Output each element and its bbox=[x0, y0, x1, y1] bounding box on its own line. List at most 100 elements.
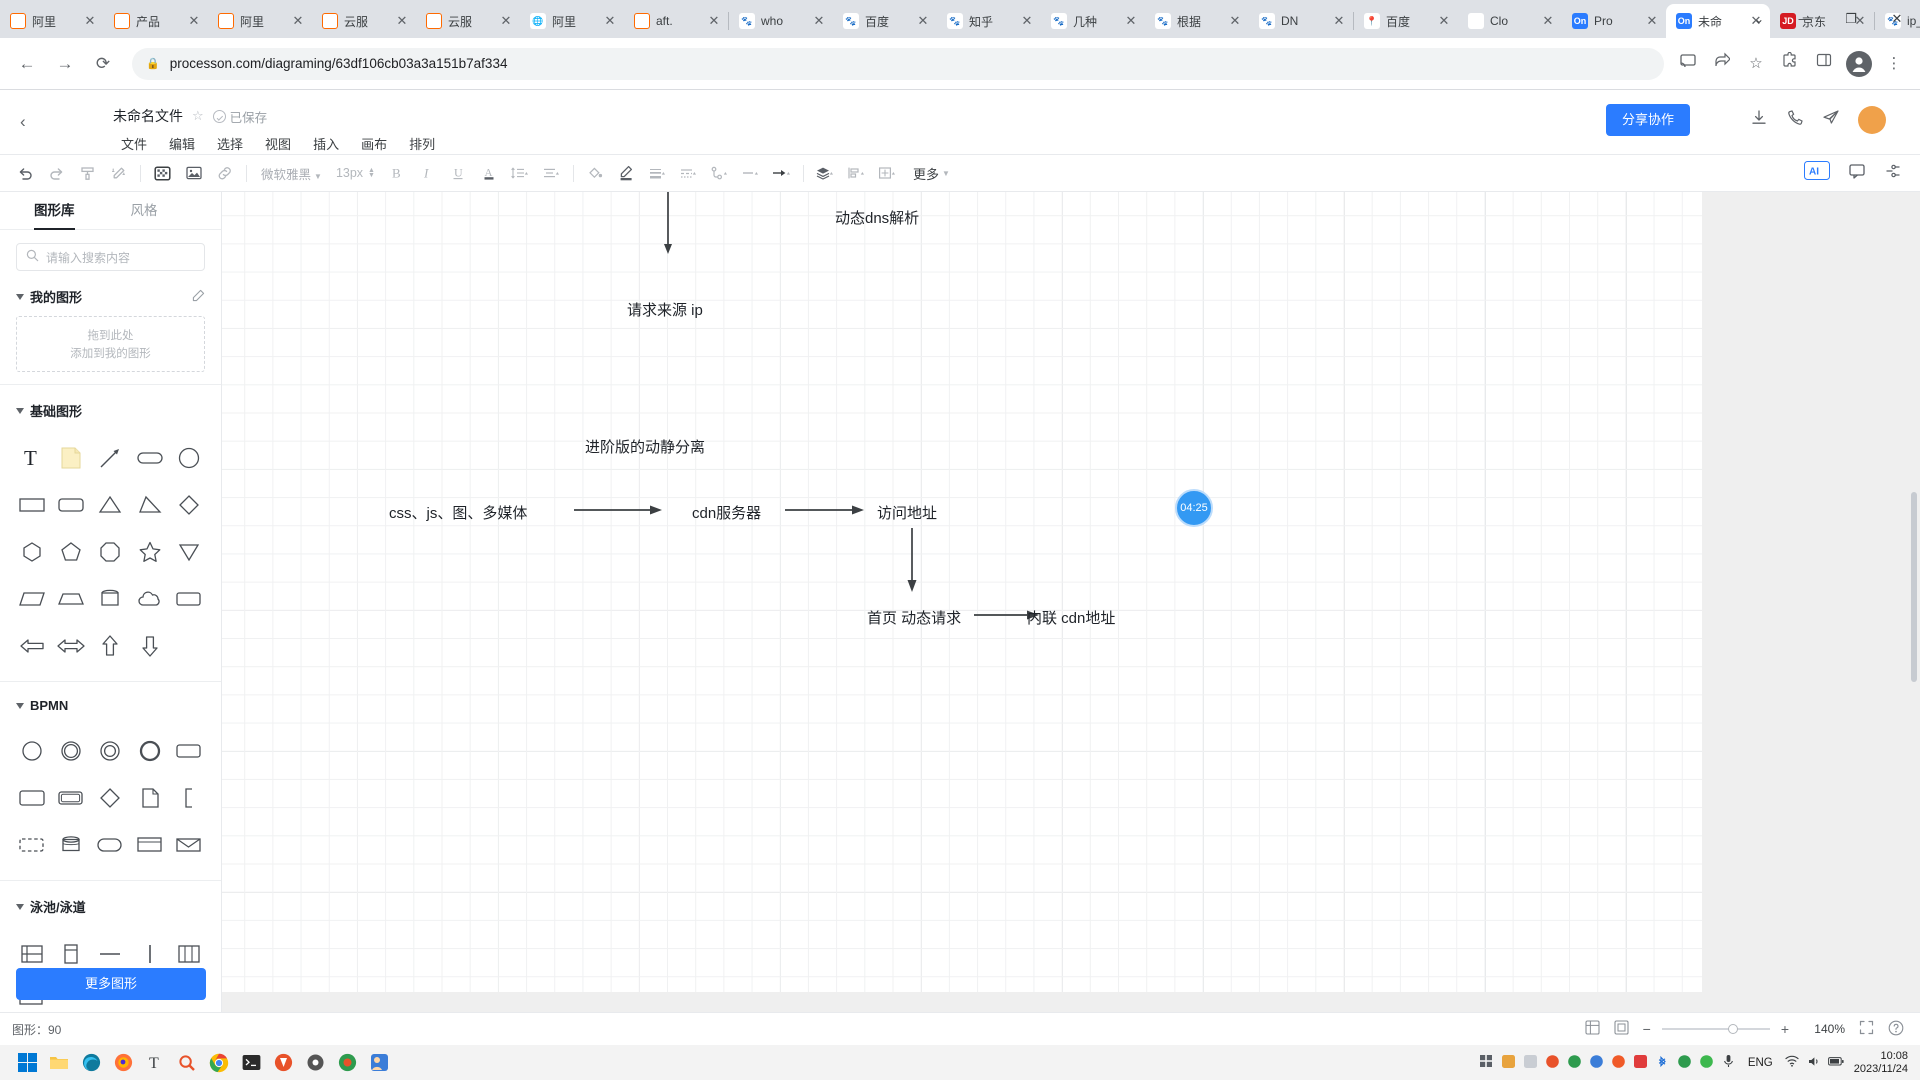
language-indicator[interactable]: ENG bbox=[1742, 1057, 1779, 1069]
close-icon[interactable]: ✕ bbox=[915, 13, 931, 29]
fill-color-icon[interactable] bbox=[580, 160, 611, 186]
shape-line-arrow[interactable] bbox=[91, 434, 130, 481]
diagram-node-label[interactable]: cdn服务器 bbox=[692, 502, 761, 523]
bpmn-task[interactable] bbox=[170, 727, 209, 774]
show-hidden-icon[interactable] bbox=[1478, 1054, 1495, 1071]
browser-tab[interactable]: 🐾 百度 ✕ bbox=[833, 4, 937, 38]
window-minimize-button[interactable]: — bbox=[1782, 0, 1828, 38]
shape-ellipse[interactable] bbox=[170, 434, 209, 481]
file-explorer-icon[interactable] bbox=[44, 1049, 74, 1077]
settings-icon[interactable] bbox=[300, 1049, 330, 1077]
menu-item-6[interactable]: 排列 bbox=[398, 131, 446, 156]
sidepanel-icon[interactable] bbox=[1808, 48, 1840, 80]
browser-tab[interactable]: 🐾 几种 ✕ bbox=[1041, 4, 1145, 38]
windows-start-icon[interactable] bbox=[12, 1049, 42, 1077]
browser-tab[interactable]: [·] 产品 ✕ bbox=[104, 4, 208, 38]
fullscreen-icon[interactable] bbox=[1859, 1020, 1874, 1038]
font-family-select[interactable]: 微软雅黑 ▼ bbox=[253, 164, 326, 183]
forward-icon[interactable]: → bbox=[48, 47, 82, 81]
zoom-in-button[interactable]: + bbox=[1781, 1021, 1789, 1037]
chrome-icon[interactable] bbox=[204, 1049, 234, 1077]
shape-rounded-rect[interactable] bbox=[130, 434, 169, 481]
zoom-percent-label[interactable]: 140% bbox=[1803, 1022, 1845, 1036]
shape-trapezoid[interactable] bbox=[51, 575, 90, 622]
bpmn-start-event[interactable] bbox=[12, 727, 51, 774]
close-icon[interactable]: ✕ bbox=[1123, 13, 1139, 29]
bpmn-data-object[interactable] bbox=[130, 774, 169, 821]
app7-icon[interactable] bbox=[1676, 1054, 1693, 1071]
bpmn-gateway[interactable] bbox=[91, 774, 130, 821]
shape-octagon[interactable] bbox=[91, 528, 130, 575]
browser-tab[interactable]: [·] 云服 ✕ bbox=[312, 4, 416, 38]
diagram-node-label[interactable]: 访问地址 bbox=[877, 502, 937, 523]
zoom-slider-knob[interactable] bbox=[1727, 1024, 1738, 1034]
bold-icon[interactable]: B bbox=[381, 160, 412, 186]
close-icon[interactable]: ✕ bbox=[706, 13, 722, 29]
bpmn-subprocess[interactable] bbox=[12, 774, 51, 821]
close-icon[interactable]: ✕ bbox=[602, 13, 618, 29]
close-icon[interactable]: ✕ bbox=[498, 13, 514, 29]
address-bar[interactable]: 🔒 processon.com/diagraming/63df106cb03a3… bbox=[132, 47, 1664, 80]
section-bpmn[interactable]: BPMN bbox=[0, 682, 221, 723]
terminal-icon[interactable] bbox=[236, 1049, 266, 1077]
app3-icon[interactable] bbox=[1566, 1054, 1583, 1071]
tab-search-icon[interactable]: ⌄ bbox=[1736, 12, 1782, 26]
line-color-icon[interactable] bbox=[611, 160, 642, 186]
share-button[interactable]: 分享协作 bbox=[1605, 104, 1690, 136]
shape-left-arrow[interactable] bbox=[12, 622, 51, 669]
app4-icon[interactable] bbox=[1588, 1054, 1605, 1071]
bpmn-annotation[interactable] bbox=[130, 821, 169, 868]
diagram-node-label[interactable]: 进阶版的动静分离 bbox=[585, 436, 705, 457]
shape-pentagon[interactable] bbox=[51, 528, 90, 575]
font-size-input[interactable]: 13px bbox=[326, 166, 365, 180]
browser-tab[interactable]: 🐾 知乎 ✕ bbox=[937, 4, 1041, 38]
typora-icon[interactable]: T bbox=[140, 1049, 170, 1077]
close-icon[interactable]: ✕ bbox=[82, 13, 98, 29]
search-icon[interactable] bbox=[172, 1049, 202, 1077]
window-close-button[interactable]: ✕ bbox=[1874, 0, 1920, 38]
browser-tab[interactable]: ☁ Clo ✕ bbox=[1458, 4, 1562, 38]
clear-format-icon[interactable] bbox=[103, 160, 134, 186]
navicat-icon[interactable] bbox=[332, 1049, 362, 1077]
favorite-star-icon[interactable]: ☆ bbox=[192, 108, 204, 124]
close-icon[interactable]: ✕ bbox=[1331, 13, 1347, 29]
wechat-icon[interactable] bbox=[364, 1049, 394, 1077]
browser-tab[interactable]: On Pro ✕ bbox=[1562, 4, 1666, 38]
bookmark-star-icon[interactable]: ☆ bbox=[1740, 48, 1772, 80]
bpmn-bracket[interactable] bbox=[170, 774, 209, 821]
sourcetree-icon[interactable] bbox=[268, 1049, 298, 1077]
shape-cylinder[interactable] bbox=[91, 575, 130, 622]
diagram-node-label[interactable]: css、js、图、多媒体 bbox=[389, 502, 527, 523]
grid-icon[interactable] bbox=[1585, 1020, 1600, 1038]
shape-diamond[interactable] bbox=[170, 481, 209, 528]
firefox-icon[interactable] bbox=[108, 1049, 138, 1077]
share-icon[interactable] bbox=[1706, 48, 1738, 80]
shape-rounded-rect-2[interactable] bbox=[51, 481, 90, 528]
table-icon[interactable] bbox=[147, 160, 178, 186]
shape-triangle[interactable] bbox=[91, 481, 130, 528]
download-icon[interactable] bbox=[1750, 109, 1768, 132]
close-icon[interactable]: ✕ bbox=[290, 13, 306, 29]
menu-item-2[interactable]: 选择 bbox=[206, 131, 254, 156]
app8-icon[interactable] bbox=[1698, 1054, 1715, 1071]
close-icon[interactable]: ✕ bbox=[811, 13, 827, 29]
shape-hexagon[interactable] bbox=[12, 528, 51, 575]
taskbar-clock[interactable]: 10:08 2023/11/24 bbox=[1850, 1050, 1908, 1076]
browser-menu-icon[interactable]: ⋮ bbox=[1878, 48, 1910, 80]
line-type-icon[interactable] bbox=[735, 160, 766, 186]
panel-tab-1[interactable]: 风格 bbox=[131, 192, 158, 230]
format-painter-icon[interactable] bbox=[72, 160, 103, 186]
fullpage-icon[interactable] bbox=[1614, 1020, 1629, 1038]
shape-up-arrow[interactable] bbox=[91, 622, 130, 669]
browser-tab[interactable]: [·] 云服 ✕ bbox=[416, 4, 520, 38]
window-maximize-button[interactable]: ❐ bbox=[1828, 0, 1874, 38]
bpmn-message[interactable] bbox=[170, 821, 209, 868]
diagram-node-label[interactable]: 首页 动态请求 bbox=[867, 607, 961, 628]
line-height-icon[interactable] bbox=[505, 160, 536, 186]
section-basic-shapes[interactable]: 基础图形 bbox=[0, 385, 221, 430]
nvidia-icon[interactable] bbox=[1500, 1054, 1517, 1071]
browser-tab[interactable]: [·] 阿里 ✕ bbox=[208, 4, 312, 38]
browser-tab[interactable]: 🌐 阿里 ✕ bbox=[520, 4, 624, 38]
my-shapes-dropzone[interactable]: 拖到此处 添加到我的图形 bbox=[16, 316, 205, 372]
network-icon[interactable] bbox=[1784, 1055, 1801, 1070]
